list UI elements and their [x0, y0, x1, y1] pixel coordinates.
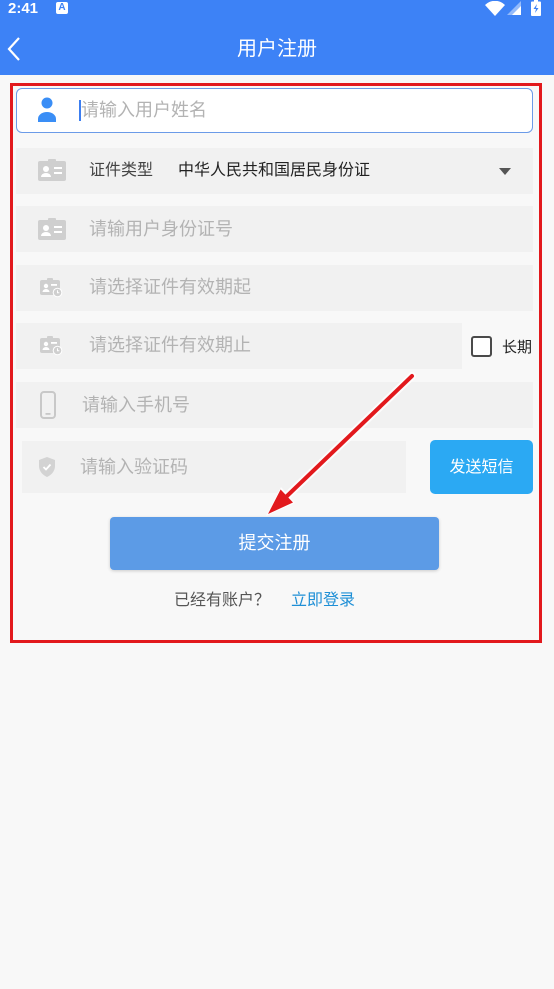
id-card-icon	[38, 218, 66, 240]
shield-check-icon	[39, 457, 55, 477]
wifi-icon	[485, 1, 505, 16]
sms-code-input[interactable]	[80, 441, 390, 493]
phone-field[interactable]	[16, 382, 533, 428]
name-input[interactable]	[81, 89, 521, 132]
valid-to-placeholder: 请选择证件有效期止	[89, 335, 251, 356]
id-number-input[interactable]	[89, 206, 519, 252]
id-card-clock-icon	[40, 336, 63, 356]
id-type-label: 证件类型	[89, 160, 154, 179]
caret-down-icon	[499, 168, 511, 175]
id-number-field[interactable]	[16, 206, 533, 252]
id-type-select[interactable]: 证件类型 中华人民共和国居民身份证	[16, 148, 533, 194]
status-time: 2:41	[8, 0, 39, 17]
long-term-checkbox[interactable]	[471, 336, 492, 357]
battery-charging-icon	[531, 0, 541, 16]
name-field[interactable]	[16, 88, 533, 133]
send-sms-button[interactable]: 发送短信	[430, 440, 533, 494]
id-type-value: 中华人民共和国居民身份证	[178, 160, 371, 179]
valid-to-picker[interactable]: 请选择证件有效期止	[16, 323, 462, 369]
person-icon	[38, 97, 56, 122]
notification-a-icon: A	[56, 2, 68, 14]
phone-icon	[40, 391, 56, 419]
page-title: 用户注册	[237, 36, 317, 60]
long-term-label[interactable]: 长期	[502, 335, 532, 359]
id-card-clock-icon	[40, 278, 63, 298]
login-link[interactable]: 立即登录	[291, 589, 355, 611]
id-card-icon	[38, 159, 66, 181]
valid-from-picker[interactable]: 请选择证件有效期起	[16, 265, 533, 311]
app-bar: 2:41 A 用户注册	[0, 0, 554, 75]
phone-input[interactable]	[82, 382, 522, 428]
submit-button[interactable]: 提交注册	[110, 517, 439, 570]
signal-icon	[507, 1, 521, 15]
sms-code-field[interactable]	[22, 441, 406, 493]
valid-from-placeholder: 请选择证件有效期起	[89, 277, 251, 298]
login-prompt-text: 已经有账户？	[174, 590, 271, 609]
